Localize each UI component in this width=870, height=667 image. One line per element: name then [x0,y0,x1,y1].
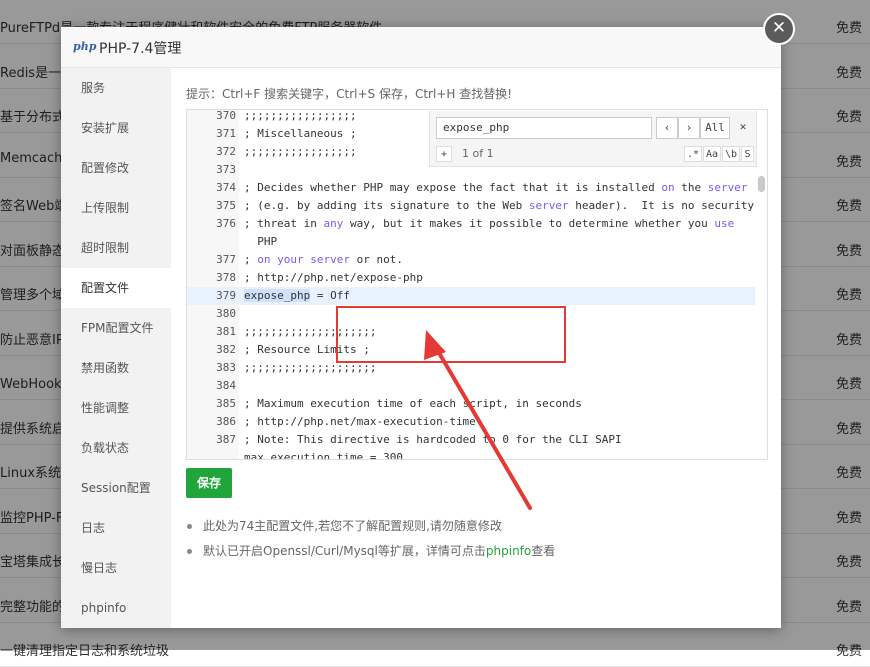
sidebar: 服务 安装扩展 配置修改 上传限制 超时限制 配置文件 FPM配置文件 禁用函数 性能调整 负载状… [61,68,171,628]
line-number: 376 [216,217,236,230]
sidebar-item[interactable]: phpinfo [61,588,171,628]
sidebar-item[interactable]: Session配置 [61,468,171,508]
dialog-header: php PHP-7.4管理 [61,27,781,68]
code-line: 387 ; Note: This directive is hardcoded t… [187,431,755,449]
search-input[interactable]: expose_php [436,117,652,139]
line-number: 377 [216,253,236,266]
line-number: 372 [216,145,236,158]
note-text: 默认已开启Openssl/Curl/Mysql等扩展，详情可点击 [203,544,486,558]
code-text: ; http://php.net/expose-php [244,271,423,284]
keyword-token: server [310,253,350,266]
code-line: 376 ; threat in any way, but it makes it … [187,215,755,233]
notes-list: 此处为74主配置文件,若您不了解配置规则,请勿随意修改 默认已开启Openssl… [186,514,766,564]
search-panel: expose_php ‹ › All ✕ + 1 of 1 .* Aa \b S [429,111,757,167]
find-all-button[interactable]: All [700,117,730,139]
code-text: ; http://php.net/max-execution-time [244,415,476,428]
line-number: 381 [216,325,236,338]
annotation-highlight-box [336,306,566,363]
code-line: 378 ; http://php.net/expose-php [187,269,755,287]
line-number: 375 [216,199,236,212]
sidebar-item[interactable]: 禁用函数 [61,348,171,388]
code-text: ; Note: This directive is hardcoded to 0… [244,433,622,446]
find-previous-button[interactable]: ‹ [656,117,678,139]
close-button[interactable]: ✕ [763,13,795,45]
code-line: 386 ; http://php.net/max-execution-time [187,413,755,431]
line-number: 383 [216,361,236,374]
line-number: 380 [216,307,236,320]
line-number: 379 [216,289,236,302]
code-text: ; Maximum execution time of each script,… [244,397,582,410]
sidebar-item[interactable]: 慢日志 [61,548,171,588]
note-item: 默认已开启Openssl/Curl/Mysql等扩展，详情可点击phpinfo查… [186,539,766,564]
code-text: max_execution_time = 300 [244,451,403,460]
line-number: 382 [216,343,236,356]
note-text-suffix: 查看 [531,544,556,558]
sidebar-item[interactable]: 配置文件 [61,268,171,308]
line-number: 386 [216,415,236,428]
sidebar-item[interactable]: 安装扩展 [61,108,171,148]
line-number: 374 [216,181,236,194]
keyword-token: use [714,217,735,230]
code-text: ; (e.g. by adding its signature to the W… [244,199,755,212]
sidebar-item[interactable]: 上传限制 [61,188,171,228]
shortcut-hint: 提示：Ctrl+F 搜索关键字，Ctrl+S 保存，Ctrl+H 查找替换! [186,87,513,101]
find-next-button[interactable]: › [678,117,700,139]
code-line: 375 ; (e.g. by adding its signature to th… [187,197,755,215]
code-text: ;;;;;;;;;;;;;;;;; [244,145,357,158]
keyword-token: on [257,253,271,266]
code-text: PHP [257,235,278,248]
code-line: 385 ; Maximum execution time of each scri… [187,395,755,413]
sidebar-item[interactable]: 性能调整 [61,388,171,428]
whole-word-toggle[interactable]: \b [722,146,740,162]
code-line: 374 ; Decides whether PHP may expose the … [187,179,755,197]
search-close-icon[interactable]: ✕ [734,117,752,139]
regex-toggle[interactable]: .* [684,146,702,162]
line-number: 384 [216,379,236,392]
search-result-count: 1 of 1 [462,147,494,160]
keyword-token: server [528,199,569,212]
sidebar-item[interactable]: 日志 [61,508,171,548]
config-file-panel: 提示：Ctrl+F 搜索关键字，Ctrl+S 保存，Ctrl+H 查找替换! 3… [186,68,776,628]
editor-scrollbar[interactable] [756,110,767,459]
code-line: 384 [187,377,755,395]
keyword-token: any [323,217,344,230]
search-in-selection-toggle[interactable]: S [741,146,754,162]
sidebar-item[interactable]: 服务 [61,68,171,108]
phpinfo-link[interactable]: phpinfo [486,544,531,558]
code-line: 379 expose_php = Off [187,287,755,305]
sidebar-item[interactable]: FPM配置文件 [61,308,171,348]
code-text: expose_php = Off [244,289,350,302]
line-number: 370 [216,109,236,122]
keyword-token: on [661,181,675,194]
code-editor[interactable]: 370;;;;;;;;;;;;;;;;; 371 ; Miscellaneous ;… [186,109,768,460]
code-line: max_execution_time = 300 [187,449,755,460]
sidebar-item[interactable]: 超时限制 [61,228,171,268]
code-line: 377 ; on your server or not. [187,251,755,269]
toggle-replace-button[interactable]: + [436,146,452,162]
dialog-title: PHP-7.4管理 [99,41,182,57]
code-line: PHP [187,233,755,251]
line-number: 371 [216,127,236,140]
code-text: ;;;;;;;;;;;;;;;;; [244,109,357,122]
case-sensitive-toggle[interactable]: Aa [703,146,721,162]
code-text: ; Decides whether PHP may expose the fac… [244,181,748,194]
line-number: 385 [216,397,236,410]
line-number: 373 [216,163,236,176]
line-number: 378 [216,271,236,284]
note-item: 此处为74主配置文件,若您不了解配置规则,请勿随意修改 [186,514,766,539]
keyword-token: server [707,181,748,194]
line-number: 387 [216,433,236,446]
sidebar-item[interactable]: 配置修改 [61,148,171,188]
code-text: ; Miscellaneous ; [244,127,357,140]
code-text: ; threat in any way, but it makes it pos… [244,217,735,230]
keyword-token: your [277,253,304,266]
note-text: 此处为74主配置文件,若您不了解配置规则,请勿随意修改 [203,519,502,533]
search-match: expose_php [244,289,311,302]
sidebar-item[interactable]: 负载状态 [61,428,171,468]
php-manage-dialog: php PHP-7.4管理 ✕ 服务 安装扩展 配置修改 上传限制 超时限制 配置文件 FP… [61,13,795,628]
code-text: ; on your server or not. [244,253,403,266]
php-logo: php [73,40,97,53]
scrollbar-thumb[interactable] [758,176,765,192]
save-button[interactable]: 保存 [186,468,232,498]
